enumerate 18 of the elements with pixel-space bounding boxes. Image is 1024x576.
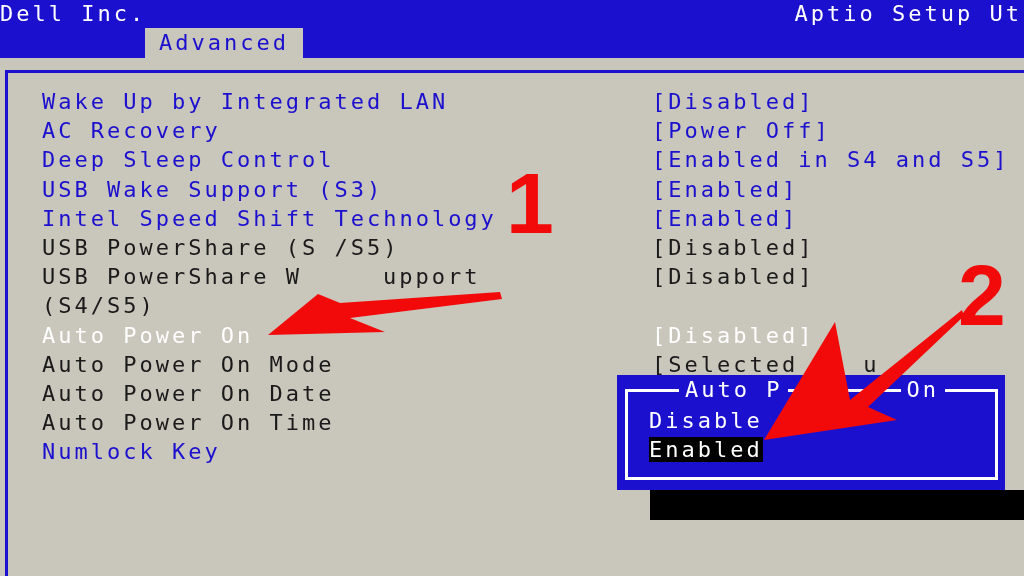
setting-label[interactable]: USB Wake Support (S3) [42,174,384,204]
setting-label[interactable]: Deep Sleep Control [42,145,335,175]
setting-value[interactable]: [Disabled] [652,87,815,117]
setting-label[interactable]: AC Recovery [42,116,221,146]
annotation-number: 2 [958,252,1006,338]
setting-value[interactable]: [Enabled] [652,203,799,233]
setting-value[interactable]: [Enabled] [652,174,799,204]
setting-value[interactable]: [Power Off] [652,116,831,146]
utility-title: Aptio Setup Ut [794,0,1022,28]
menu-tab[interactable]: Advanced [145,28,303,58]
setting-label[interactable]: Intel Speed Shift Technology [42,203,497,233]
dialog-option[interactable]: Disable [649,408,763,433]
vendor-name: Dell Inc. [0,0,147,28]
dialog-option[interactable]: Enabled [649,437,763,462]
setting-value[interactable]: [Enabled in S4 and S5] [652,145,1010,175]
setting-label[interactable]: Wake Up by Integrated LAN [42,87,449,117]
annotation-number: 1 [506,160,554,246]
setting-label[interactable]: Numlock Key [42,437,221,467]
